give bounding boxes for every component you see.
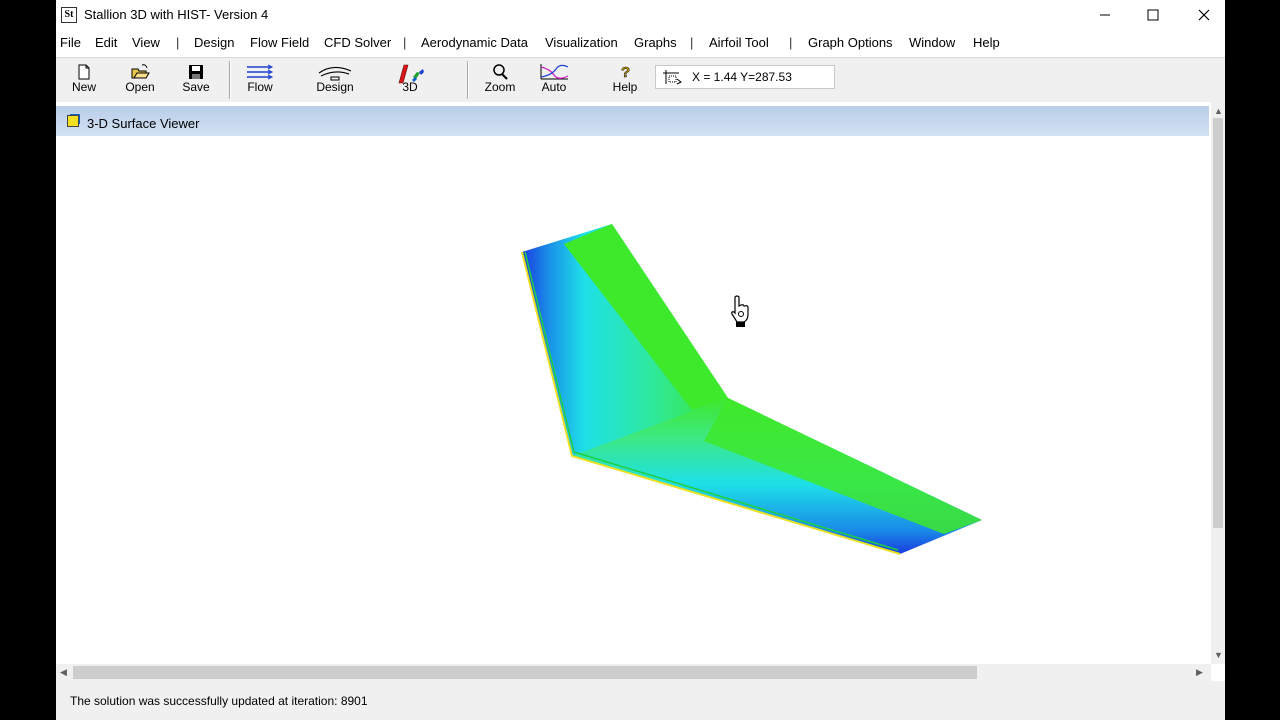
wing-surface-render — [521, 224, 982, 555]
title-bar[interactable]: St Stallion 3D with HIST- Version 4 — [56, 0, 1225, 30]
viewer-title: 3-D Surface Viewer — [87, 116, 200, 131]
help-button[interactable]: ? Help — [609, 63, 641, 99]
scroll-up-arrow-icon[interactable]: ▲ — [1214, 106, 1223, 116]
minimize-button[interactable] — [1082, 0, 1128, 30]
status-message: The solution was successfully updated at… — [70, 694, 368, 708]
zoom-button[interactable]: Zoom — [482, 63, 518, 99]
open-button[interactable]: Open — [120, 63, 160, 99]
menu-cfd-solver[interactable]: CFD Solver — [324, 35, 391, 50]
viewer-title-bar[interactable]: 3-D Surface Viewer — [56, 106, 1209, 136]
design-button[interactable]: Design — [310, 63, 360, 99]
design-label: Design — [316, 80, 354, 94]
menu-help[interactable]: Help — [973, 35, 1000, 50]
horizontal-scrollbar[interactable]: ◀ ▶ — [56, 664, 1211, 681]
menu-aerodynamic-data[interactable]: Aerodynamic Data — [421, 35, 528, 50]
app-window: St Stallion 3D with HIST- Version 4 File… — [56, 0, 1225, 720]
save-disk-icon — [189, 65, 203, 79]
maximize-icon — [1147, 9, 1159, 21]
3d-label: 3D — [402, 80, 418, 94]
svg-text:?: ? — [621, 64, 630, 81]
vertical-scrollbar[interactable]: ▲ ▼ — [1211, 102, 1225, 664]
scroll-right-arrow-icon[interactable]: ▶ — [1196, 667, 1203, 677]
open-label: Open — [125, 80, 155, 94]
surface-viewer-window: 3-D Surface Viewer — [56, 102, 1211, 664]
app-icon[interactable]: St — [61, 7, 77, 23]
menu-flow-field[interactable]: Flow Field — [250, 35, 309, 50]
status-bar: The solution was successfully updated at… — [56, 681, 1225, 720]
menu-bar: File Edit View | Design Flow Field CFD S… — [56, 31, 1225, 55]
coordinate-text: X = 1.44 Y=287.53 — [692, 70, 792, 84]
menu-separator: | — [789, 35, 793, 50]
menu-design[interactable]: Design — [194, 35, 234, 50]
menu-visualization[interactable]: Visualization — [545, 35, 618, 50]
coordinate-icon — [663, 70, 682, 85]
hand-cursor-icon — [731, 295, 749, 327]
flow-button[interactable]: Flow — [242, 63, 278, 99]
design-airfoil-icon — [318, 66, 352, 81]
auto-label: Auto — [541, 80, 567, 94]
auto-button[interactable]: Auto — [536, 63, 572, 99]
3d-surface-canvas[interactable] — [64, 136, 1209, 664]
help-label: Help — [612, 80, 638, 94]
save-button[interactable]: Save — [178, 63, 214, 99]
auto-chart-icon — [540, 64, 569, 80]
close-button[interactable] — [1181, 0, 1225, 30]
new-label: New — [71, 80, 96, 94]
maximize-button[interactable] — [1130, 0, 1176, 30]
horizontal-scroll-thumb[interactable] — [73, 666, 977, 679]
scroll-left-arrow-icon[interactable]: ◀ — [60, 667, 67, 677]
open-folder-icon — [131, 64, 150, 79]
help-icon: ? — [621, 64, 631, 81]
3d-button[interactable]: 3D — [392, 63, 428, 99]
menu-view[interactable]: View — [132, 35, 160, 50]
menu-graphs[interactable]: Graphs — [634, 35, 677, 50]
toolbar-separator — [229, 61, 231, 99]
close-icon — [1198, 9, 1210, 21]
menu-window[interactable]: Window — [909, 35, 955, 50]
window-title: Stallion 3D with HIST- Version 4 — [84, 7, 269, 22]
toolbar: New Open Save Flow Design 3D Zoom Auto ?… — [56, 57, 1225, 103]
menu-graph-options[interactable]: Graph Options — [808, 35, 893, 50]
toolbar-separator — [467, 61, 469, 99]
menu-edit[interactable]: Edit — [95, 35, 117, 50]
viewer-window-icon — [67, 115, 79, 127]
minimize-icon — [1100, 14, 1110, 16]
menu-separator: | — [403, 35, 407, 50]
zoom-label: Zoom — [484, 80, 516, 94]
new-file-icon — [78, 64, 90, 80]
menu-separator: | — [690, 35, 694, 50]
zoom-magnifier-icon — [493, 64, 508, 80]
new-button[interactable]: New — [66, 63, 102, 99]
flow-label: Flow — [247, 80, 273, 94]
flow-icon — [247, 64, 274, 80]
vertical-scroll-thumb[interactable] — [1213, 118, 1223, 528]
coordinate-readout: X = 1.44 Y=287.53 — [655, 65, 835, 89]
scroll-down-arrow-icon[interactable]: ▼ — [1214, 650, 1223, 660]
save-label: Save — [182, 80, 210, 94]
menu-file[interactable]: File — [60, 35, 81, 50]
menu-separator: | — [176, 35, 180, 50]
menu-airfoil-tool[interactable]: Airfoil Tool — [709, 35, 769, 50]
